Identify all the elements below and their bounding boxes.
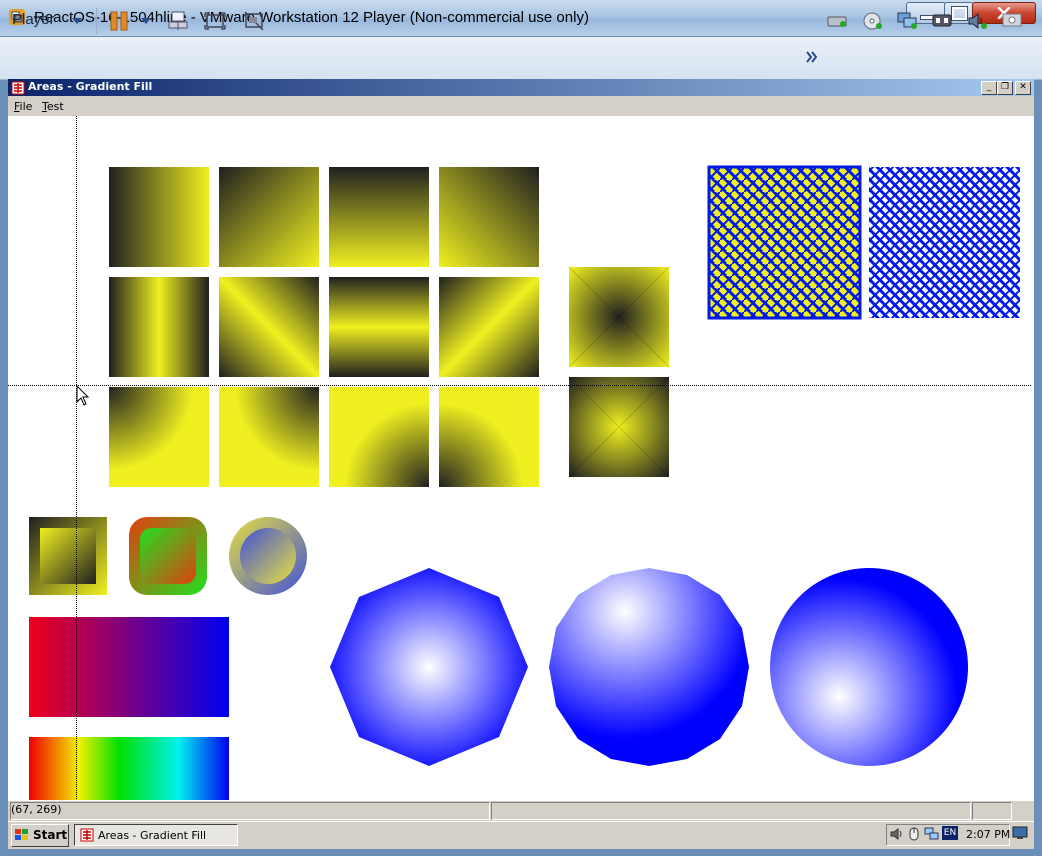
- cursor-coordinates: (67, 269): [11, 803, 62, 816]
- menu-test-label: est: [46, 100, 64, 113]
- app-icon: [11, 81, 25, 95]
- gradient-square: [219, 167, 319, 267]
- pattern-square-lattice: [869, 167, 1020, 318]
- child-window-title-bar: [8, 79, 1034, 96]
- red-blue-gradient-bar: [29, 617, 229, 717]
- gradient-square: [219, 387, 319, 487]
- gradient-square: [329, 277, 429, 377]
- gradient-square: [329, 167, 429, 267]
- usb-icon[interactable]: [932, 12, 954, 30]
- menu-file[interactable]: File: [14, 100, 32, 113]
- taskbar-app-label: Areas - Gradient Fill: [98, 829, 207, 842]
- pyramid-square-light-center: [568, 376, 670, 478]
- child-restore-button[interactable]: ❐: [997, 81, 1013, 95]
- chevron-down-icon[interactable]: [141, 18, 151, 24]
- status-pane: [10, 802, 490, 820]
- taskbar-app-button[interactable]: Areas - Gradient Fill: [74, 824, 238, 846]
- start-button[interactable]: Start: [11, 824, 69, 847]
- show-desktop-icon[interactable]: [1012, 826, 1028, 840]
- pattern-square-weave: [707, 165, 862, 320]
- pause-icon[interactable]: [110, 11, 130, 31]
- clock[interactable]: 2:07 PM: [966, 828, 1010, 841]
- octagon-orb: [330, 568, 528, 766]
- language-indicator[interactable]: EN: [942, 826, 958, 840]
- send-ctrl-alt-del-icon[interactable]: [167, 10, 189, 32]
- menu-bar: [8, 96, 1034, 116]
- status-pane: [491, 802, 971, 820]
- mouse-keys-icon[interactable]: [908, 827, 920, 841]
- gradient-rounded-square: [129, 517, 207, 595]
- player-toolbar: [0, 37, 1042, 80]
- app-icon: [80, 828, 94, 842]
- toolbar-separator: [96, 8, 97, 34]
- circle-orb: [770, 568, 968, 766]
- gradient-square: [109, 277, 209, 377]
- volume-icon[interactable]: [890, 827, 904, 841]
- start-logo-icon: [15, 829, 28, 840]
- cd-dvd-icon[interactable]: [862, 12, 884, 30]
- gradient-square: [329, 387, 429, 487]
- display-icon[interactable]: [1002, 12, 1024, 30]
- gradient-ring: [229, 517, 307, 595]
- gradient-canvas[interactable]: [8, 116, 1032, 800]
- gradient-square: [439, 277, 539, 377]
- start-label: Start: [33, 828, 68, 842]
- gradient-square: [439, 167, 539, 267]
- gradient-frame-square: [29, 517, 107, 595]
- hard-disk-icon[interactable]: [827, 12, 849, 30]
- child-close-button[interactable]: ✕: [1015, 81, 1031, 95]
- polygon-orb: [549, 568, 749, 766]
- rainbow-gradient-bar: [29, 737, 229, 800]
- gradient-square: [109, 167, 209, 267]
- network-adapter-icon[interactable]: [897, 12, 919, 30]
- sound-card-icon[interactable]: [967, 12, 989, 30]
- more-devices-icon[interactable]: [806, 50, 818, 64]
- gradient-square: [219, 277, 319, 377]
- mouse-cursor-icon: [76, 384, 90, 406]
- gradient-square: [439, 387, 539, 487]
- player-menu-button[interactable]: Player: [12, 11, 55, 28]
- pyramid-square-dark-center: [568, 266, 670, 368]
- status-pane: [972, 802, 1012, 820]
- menu-file-label: ile: [19, 100, 33, 113]
- child-window-title: Areas - Gradient Fill: [28, 80, 153, 93]
- child-minimize-button[interactable]: _: [981, 81, 997, 95]
- menu-test[interactable]: Test: [42, 100, 64, 113]
- unity-icon[interactable]: [243, 10, 265, 32]
- gradient-square: [109, 387, 209, 487]
- network-icon[interactable]: [924, 827, 940, 841]
- fit-guest-icon[interactable]: [204, 10, 226, 32]
- chevron-down-icon[interactable]: [72, 18, 82, 24]
